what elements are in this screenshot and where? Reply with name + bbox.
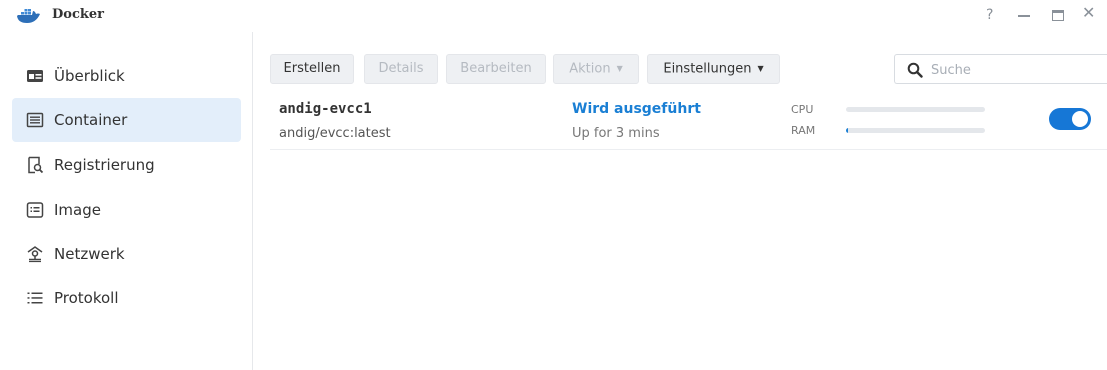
ram-usage-fill <box>846 128 849 133</box>
title-bar: Docker ? ✕ <box>0 0 1107 32</box>
cpu-label: CPU <box>791 103 814 116</box>
close-button[interactable]: ✕ <box>1082 4 1095 22</box>
sidebar-item-log[interactable]: Protokoll <box>12 276 241 320</box>
sidebar-item-image[interactable]: Image <box>12 188 241 232</box>
maximize-button[interactable] <box>1052 10 1064 21</box>
chevron-down-icon: ▼ <box>616 64 623 73</box>
image-icon <box>26 202 44 218</box>
sidebar-item-label: Überblick <box>54 67 125 85</box>
sidebar-item-label: Image <box>54 201 101 219</box>
action-dropdown[interactable]: Aktion ▼ <box>553 54 639 84</box>
container-image: andig/evcc:latest <box>279 126 391 141</box>
edit-button[interactable]: Bearbeiten <box>446 54 546 84</box>
sidebar-item-label: Protokoll <box>54 289 119 307</box>
table-row[interactable]: andig-evcc1 andig/evcc:latest Wird ausge… <box>270 92 1107 150</box>
sidebar: Überblick Container Registrierung Image <box>0 32 253 370</box>
registry-search-icon <box>28 156 44 174</box>
settings-dropdown[interactable]: Einstellungen ▼ <box>647 54 780 84</box>
sidebar-item-label: Container <box>54 111 128 129</box>
app-title: Docker <box>52 7 104 22</box>
ram-label: RAM <box>791 124 816 137</box>
search-icon <box>907 62 923 78</box>
search-input[interactable] <box>931 61 1101 79</box>
toggle-knob <box>1072 111 1088 127</box>
action-dropdown-label: Aktion <box>569 61 611 77</box>
edit-button-label: Bearbeiten <box>460 61 532 76</box>
network-icon <box>27 246 43 263</box>
run-toggle[interactable] <box>1049 108 1091 130</box>
create-button[interactable]: Erstellen <box>270 54 354 84</box>
sidebar-item-container[interactable]: Container <box>12 98 241 142</box>
sidebar-item-registry[interactable]: Registrierung <box>12 143 241 187</box>
cpu-usage-bar <box>846 107 985 112</box>
sidebar-item-network[interactable]: Netzwerk <box>12 232 241 276</box>
docker-whale-icon <box>17 9 40 23</box>
search-box <box>894 54 1107 84</box>
container-list-icon <box>26 112 44 128</box>
chevron-down-icon: ▼ <box>757 64 764 73</box>
sidebar-item-overview[interactable]: Überblick <box>12 54 241 98</box>
minimize-button[interactable] <box>1018 15 1030 17</box>
create-button-label: Erstellen <box>283 61 341 76</box>
sidebar-item-label: Netzwerk <box>54 245 125 263</box>
details-button[interactable]: Details <box>364 54 438 84</box>
log-list-icon <box>27 292 43 304</box>
container-name: andig-evcc1 <box>279 101 372 117</box>
uptime-text: Up for 3 mins <box>572 126 660 141</box>
settings-dropdown-label: Einstellungen <box>663 61 752 77</box>
sidebar-item-label: Registrierung <box>54 156 155 174</box>
overview-icon <box>27 70 43 82</box>
help-button[interactable]: ? <box>986 6 993 24</box>
status-text: Wird ausgeführt <box>572 101 701 117</box>
details-button-label: Details <box>378 61 424 76</box>
ram-usage-bar <box>846 128 985 133</box>
